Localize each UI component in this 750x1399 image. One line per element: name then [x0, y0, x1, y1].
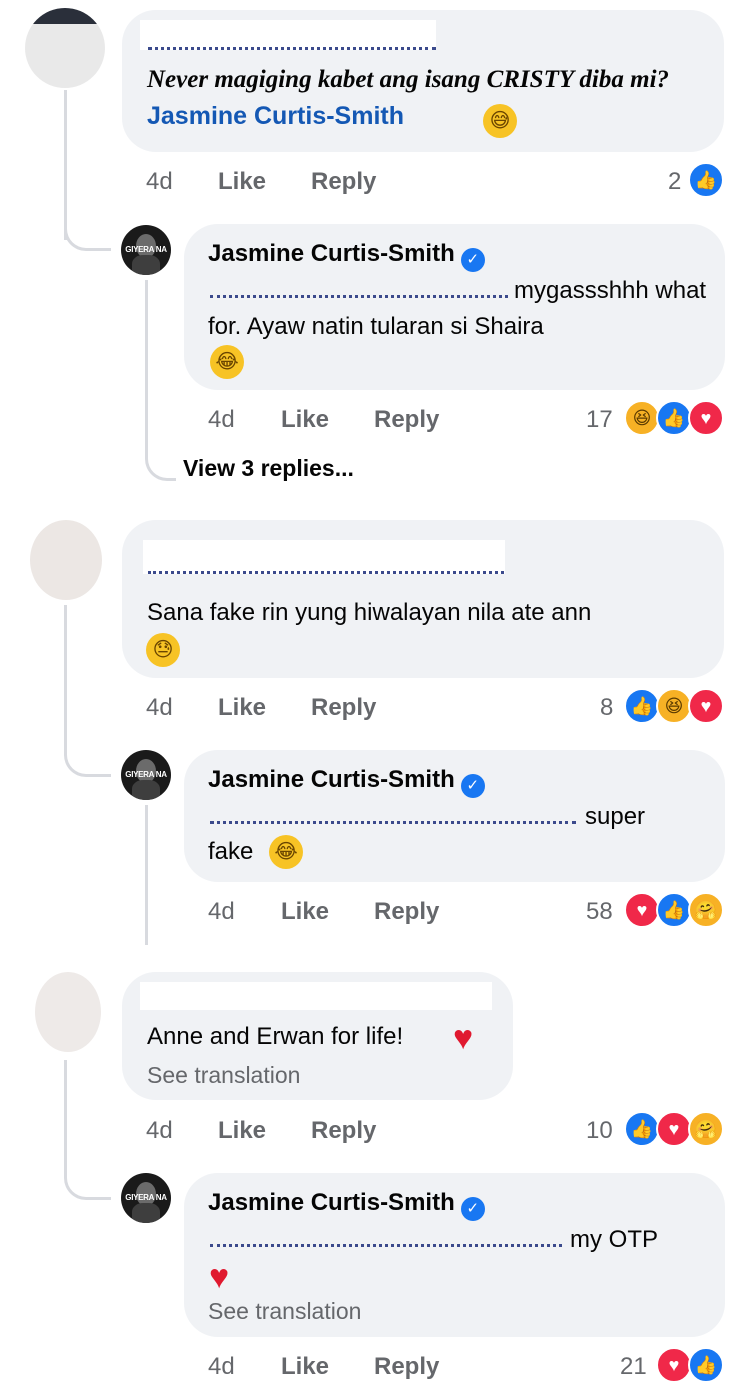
- reply-time[interactable]: 4d: [208, 898, 235, 926]
- reply-button[interactable]: Reply: [311, 168, 376, 196]
- red-heart-emoji: ♥: [209, 1258, 230, 1296]
- commenter-avatar[interactable]: [30, 520, 102, 600]
- love-reaction-icon[interactable]: ♥: [656, 1347, 692, 1383]
- like-reaction-icon[interactable]: 👍: [624, 1111, 660, 1147]
- like-button[interactable]: Like: [218, 1117, 266, 1145]
- verified-badge-icon: ✓: [460, 248, 485, 272]
- comment-time[interactable]: 4d: [146, 1117, 173, 1145]
- reply-thread-line: [145, 805, 148, 945]
- like-button[interactable]: Like: [281, 406, 329, 434]
- reply-author-name[interactable]: Jasmine Curtis-Smith ✓: [208, 240, 485, 272]
- reply-avatar[interactable]: GIYERA NA: [121, 225, 171, 275]
- avatar-caption: GIYERA NA: [125, 1193, 167, 1202]
- like-reaction-icon[interactable]: 👍: [656, 400, 692, 436]
- reply-time[interactable]: 4d: [208, 1353, 235, 1381]
- avatar-shoulders: [132, 1203, 160, 1223]
- reply-button[interactable]: Reply: [311, 1117, 376, 1145]
- haha-reaction-icon[interactable]: 😆: [656, 688, 692, 724]
- thread-line: [64, 605, 67, 740]
- thread-connector: [64, 1163, 111, 1200]
- commenter-avatar[interactable]: [25, 8, 105, 88]
- verified-badge-icon: ✓: [460, 774, 485, 798]
- like-button[interactable]: Like: [218, 694, 266, 722]
- reply-text: my OTP: [570, 1226, 658, 1253]
- commenter-avatar[interactable]: [35, 972, 101, 1052]
- laughing-tears-emoji: 😂: [210, 345, 244, 379]
- like-reaction-icon[interactable]: 👍: [624, 688, 660, 724]
- reaction-count[interactable]: 58: [586, 898, 613, 926]
- redacted-mention[interactable]: [210, 818, 576, 824]
- reply-text-line-2: fake: [208, 838, 254, 865]
- reaction-count[interactable]: 10: [586, 1117, 613, 1145]
- see-translation-link[interactable]: See translation: [208, 1298, 361, 1325]
- reply-author-name[interactable]: Jasmine Curtis-Smith ✓: [208, 766, 485, 798]
- reply-avatar[interactable]: GIYERA NA: [121, 1173, 171, 1223]
- redacted-author-underline: [148, 568, 504, 574]
- reply-button[interactable]: Reply: [374, 406, 439, 434]
- reply-author-text: Jasmine Curtis-Smith: [208, 240, 455, 267]
- reply-thread-line: [145, 280, 148, 440]
- love-reaction-icon[interactable]: ♥: [656, 1111, 692, 1147]
- red-heart-emoji: ♥: [453, 1019, 474, 1057]
- comment-time[interactable]: 4d: [146, 168, 173, 196]
- reply-button[interactable]: Reply: [311, 694, 376, 722]
- reply-button[interactable]: Reply: [374, 898, 439, 926]
- like-button[interactable]: Like: [281, 1353, 329, 1381]
- laughing-tears-emoji: 😂: [269, 835, 303, 869]
- reaction-count[interactable]: 2: [668, 168, 681, 196]
- like-reaction-icon[interactable]: 👍: [688, 162, 724, 198]
- reply-thread-connector: [145, 440, 176, 481]
- care-reaction-icon[interactable]: 🤗: [688, 892, 724, 928]
- redacted-mention[interactable]: [210, 1241, 562, 1247]
- like-reaction-icon[interactable]: 👍: [688, 1347, 724, 1383]
- view-replies-link[interactable]: View 3 replies...: [183, 455, 354, 482]
- thread-connector: [64, 740, 111, 777]
- reply-author-text: Jasmine Curtis-Smith: [208, 766, 455, 793]
- like-button[interactable]: Like: [281, 898, 329, 926]
- avatar-shoulders: [132, 780, 160, 800]
- love-reaction-icon[interactable]: ♥: [624, 892, 660, 928]
- reaction-count[interactable]: 17: [586, 406, 613, 434]
- reply-text: mygassshhh what for. Ayaw natin tularan …: [208, 277, 707, 340]
- downcast-sweat-emoji: 😓: [146, 633, 180, 667]
- mention-link[interactable]: Jasmine Curtis-Smith: [147, 102, 404, 130]
- reply-avatar[interactable]: GIYERA NA: [121, 750, 171, 800]
- like-reaction-icon[interactable]: 👍: [656, 892, 692, 928]
- reaction-count[interactable]: 8: [600, 694, 613, 722]
- reply-button[interactable]: Reply: [374, 1353, 439, 1381]
- avatar-caption: GIYERA NA: [125, 245, 167, 254]
- reply-time[interactable]: 4d: [208, 406, 235, 434]
- comment-text-body: Never magiging kabet ang isang CRISTY di…: [147, 66, 670, 93]
- redacted-author-underline: [148, 44, 436, 50]
- thread-connector: [64, 214, 111, 251]
- reply-author-text: Jasmine Curtis-Smith: [208, 1189, 455, 1216]
- love-reaction-icon[interactable]: ♥: [688, 400, 724, 436]
- redacted-author-name: [140, 982, 492, 1010]
- avatar-caption: GIYERA NA: [125, 770, 167, 779]
- comment-text: Anne and Erwan for life!: [147, 1023, 404, 1050]
- comment-time[interactable]: 4d: [146, 694, 173, 722]
- care-reaction-icon[interactable]: 🤗: [688, 1111, 724, 1147]
- love-reaction-icon[interactable]: ♥: [688, 688, 724, 724]
- reaction-count[interactable]: 21: [620, 1353, 647, 1381]
- comment-text: Never magiging kabet ang isang CRISTY di…: [147, 62, 707, 135]
- reply-text-line-1: super: [585, 803, 646, 830]
- reply-author-name[interactable]: Jasmine Curtis-Smith ✓: [208, 1189, 485, 1221]
- comment-text: Sana fake rin yung hiwalayan nila ate an…: [147, 599, 592, 626]
- haha-reaction-icon[interactable]: 😆: [624, 400, 660, 436]
- see-translation-link[interactable]: See translation: [147, 1062, 300, 1089]
- like-button[interactable]: Like: [218, 168, 266, 196]
- grinning-sweat-emoji: 😅: [483, 104, 517, 138]
- thread-line: [64, 1060, 67, 1165]
- verified-badge-icon: ✓: [460, 1197, 485, 1221]
- avatar-shoulders: [132, 255, 160, 275]
